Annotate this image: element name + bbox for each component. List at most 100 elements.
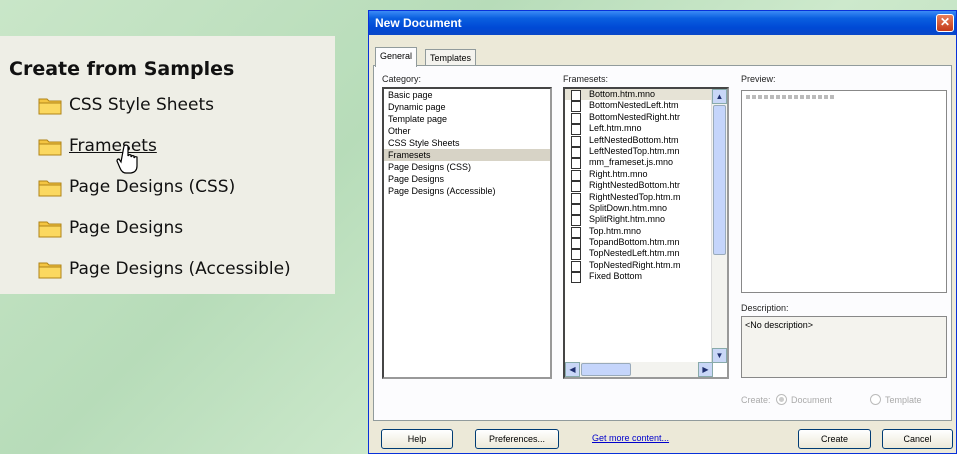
frameset-item-label: SplitDown.htm.mno (589, 202, 668, 213)
scroll-right-icon[interactable]: ▶ (698, 362, 713, 377)
folder-icon (38, 98, 62, 115)
dialog-title: New Document (375, 16, 462, 30)
create-from-samples-panel: Create from Samples CSS Style Sheets Fra… (0, 36, 335, 294)
frameset-item[interactable]: Bottom.htm.mno (565, 89, 727, 101)
frameset-item[interactable]: RightNestedBottom.htr (565, 180, 727, 193)
horizontal-scrollbar[interactable]: ◀ ▶ (565, 362, 713, 377)
frameset-item[interactable]: BottomNestedLeft.htm (565, 100, 727, 113)
framesets-list[interactable]: Bottom.htm.mno BottomNestedLeft.htm Bottom… (563, 87, 729, 379)
frameset-item[interactable]: BottomNestedRight.htr (565, 111, 727, 124)
frameset-item[interactable]: Right.htm.mno (565, 169, 727, 181)
frameset-item[interactable]: TopandBottom.htm.mn (565, 237, 727, 250)
frameset-item[interactable]: LeftNestedBottom.htm (565, 134, 727, 147)
category-list[interactable]: Basic page Dynamic page Template page Other… (382, 87, 552, 379)
radio-document-label: Document (791, 394, 833, 405)
description-label: Description: (741, 303, 789, 313)
frameset-item-label: BottomNestedLeft.htm (589, 100, 679, 111)
category-item[interactable]: Template page (384, 113, 550, 125)
radio-dot (870, 394, 881, 405)
frameset-item[interactable]: RightNestedTop.htm.m (565, 192, 727, 204)
frameset-item-label: TopNestedLeft.htm.mn (589, 248, 680, 259)
category-item[interactable]: Dynamic page (384, 101, 550, 113)
frameset-item[interactable]: Left.htm.mno (565, 123, 727, 136)
category-item[interactable]: Page Designs (384, 173, 550, 185)
tab-general[interactable]: General (375, 47, 418, 67)
frameset-item[interactable]: SplitDown.htm.mno (565, 202, 727, 215)
document-icon (571, 249, 581, 261)
sample-item-label: Page Designs (Accessible) (69, 259, 291, 279)
scroll-down-icon[interactable]: ▼ (712, 348, 727, 363)
radio-template[interactable]: Template (870, 394, 922, 405)
preferences-button[interactable]: Preferences... (475, 429, 559, 449)
create-button[interactable]: Create (798, 429, 871, 449)
frameset-item[interactable]: TopNestedLeft.htm.mn (565, 248, 727, 261)
document-icon (571, 215, 581, 227)
frameset-item-label: BottomNestedRight.htr (589, 111, 681, 122)
category-item[interactable]: Page Designs (Accessible) (384, 185, 550, 197)
frameset-item[interactable]: LeftNestedTop.htm.mn (565, 145, 727, 158)
document-icon (571, 181, 581, 193)
scroll-thumb[interactable] (713, 105, 726, 255)
document-icon (571, 260, 581, 272)
preview-thumbnail (746, 95, 836, 99)
document-icon (571, 124, 581, 136)
frameset-item[interactable]: SplitRight.htm.mno (565, 214, 727, 227)
sample-item-label: Page Designs (CSS) (69, 177, 236, 197)
document-icon (571, 101, 581, 113)
sample-item-label: CSS Style Sheets (69, 95, 214, 115)
new-document-dialog: New Document ✕ General Templates Categor… (368, 10, 957, 454)
radio-template-label: Template (885, 394, 922, 405)
document-icon (571, 90, 581, 101)
framesets-rows: Bottom.htm.mno BottomNestedLeft.htm Bottom… (565, 89, 727, 284)
dialog-titlebar[interactable]: New Document (369, 11, 956, 35)
category-item[interactable]: Page Designs (CSS) (384, 161, 550, 173)
get-more-content-link[interactable]: Get more content... (592, 433, 669, 443)
frameset-item[interactable]: TopNestedRight.htm.m (565, 259, 727, 272)
vertical-scrollbar[interactable]: ▲ ▼ (711, 89, 727, 363)
frameset-item-label: mm_frameset.js.mno (589, 157, 674, 168)
frameset-item-label: LeftNestedTop.htm.mn (589, 145, 680, 156)
document-icon (571, 226, 581, 238)
frameset-item-label: RightNestedBottom.htr (589, 180, 681, 191)
folder-icon (38, 221, 62, 238)
sample-item-label: Framesets (69, 136, 157, 156)
radio-document[interactable]: Document (776, 394, 832, 405)
document-icon (571, 238, 581, 250)
frameset-item-label: SplitRight.htm.mno (589, 214, 666, 225)
sample-item-page-designs-css[interactable]: Page Designs (CSS) (38, 173, 235, 201)
create-label: Create: (741, 395, 771, 405)
description-box: <No description> (741, 316, 947, 378)
close-icon[interactable]: ✕ (936, 14, 954, 32)
document-icon (571, 192, 581, 204)
frameset-item-label: Fixed Bottom (589, 271, 643, 282)
scroll-left-icon[interactable]: ◀ (565, 362, 580, 377)
frameset-item-label: LeftNestedBottom.htm (589, 134, 679, 145)
sample-item-css-style-sheets[interactable]: CSS Style Sheets (38, 91, 214, 119)
sample-item-label: Page Designs (69, 218, 184, 238)
document-icon (571, 146, 581, 158)
scroll-thumb-horizontal[interactable] (581, 363, 631, 376)
category-label: Category: (382, 74, 422, 84)
frameset-item[interactable]: mm_frameset.js.mno (565, 157, 727, 170)
preview-label: Preview: (741, 74, 776, 84)
sample-item-page-designs-accessible[interactable]: Page Designs (Accessible) (38, 255, 291, 283)
category-item[interactable]: Other (384, 125, 550, 137)
document-icon (571, 203, 581, 215)
category-item[interactable]: Framesets (384, 149, 550, 161)
frameset-item[interactable]: Fixed Bottom (565, 271, 727, 284)
cancel-button[interactable]: Cancel (882, 429, 953, 449)
document-icon (571, 272, 581, 284)
frameset-item[interactable]: Top.htm.mno (565, 225, 727, 238)
category-item[interactable]: CSS Style Sheets (384, 137, 550, 149)
scroll-up-icon[interactable]: ▲ (712, 89, 727, 104)
category-item[interactable]: Basic page (384, 89, 550, 101)
hand-cursor-icon (116, 144, 138, 174)
help-button[interactable]: Help (381, 429, 453, 449)
sample-item-page-designs[interactable]: Page Designs (38, 214, 183, 242)
tab-templates[interactable]: Templates (425, 49, 477, 66)
frameset-item-label: TopNestedRight.htm.m (589, 259, 681, 270)
frameset-item-label: TopandBottom.htm.mn (589, 237, 680, 248)
folder-icon (38, 180, 62, 197)
frameset-item-label: Top.htm.mno (589, 225, 642, 236)
preview-pane (741, 90, 947, 293)
